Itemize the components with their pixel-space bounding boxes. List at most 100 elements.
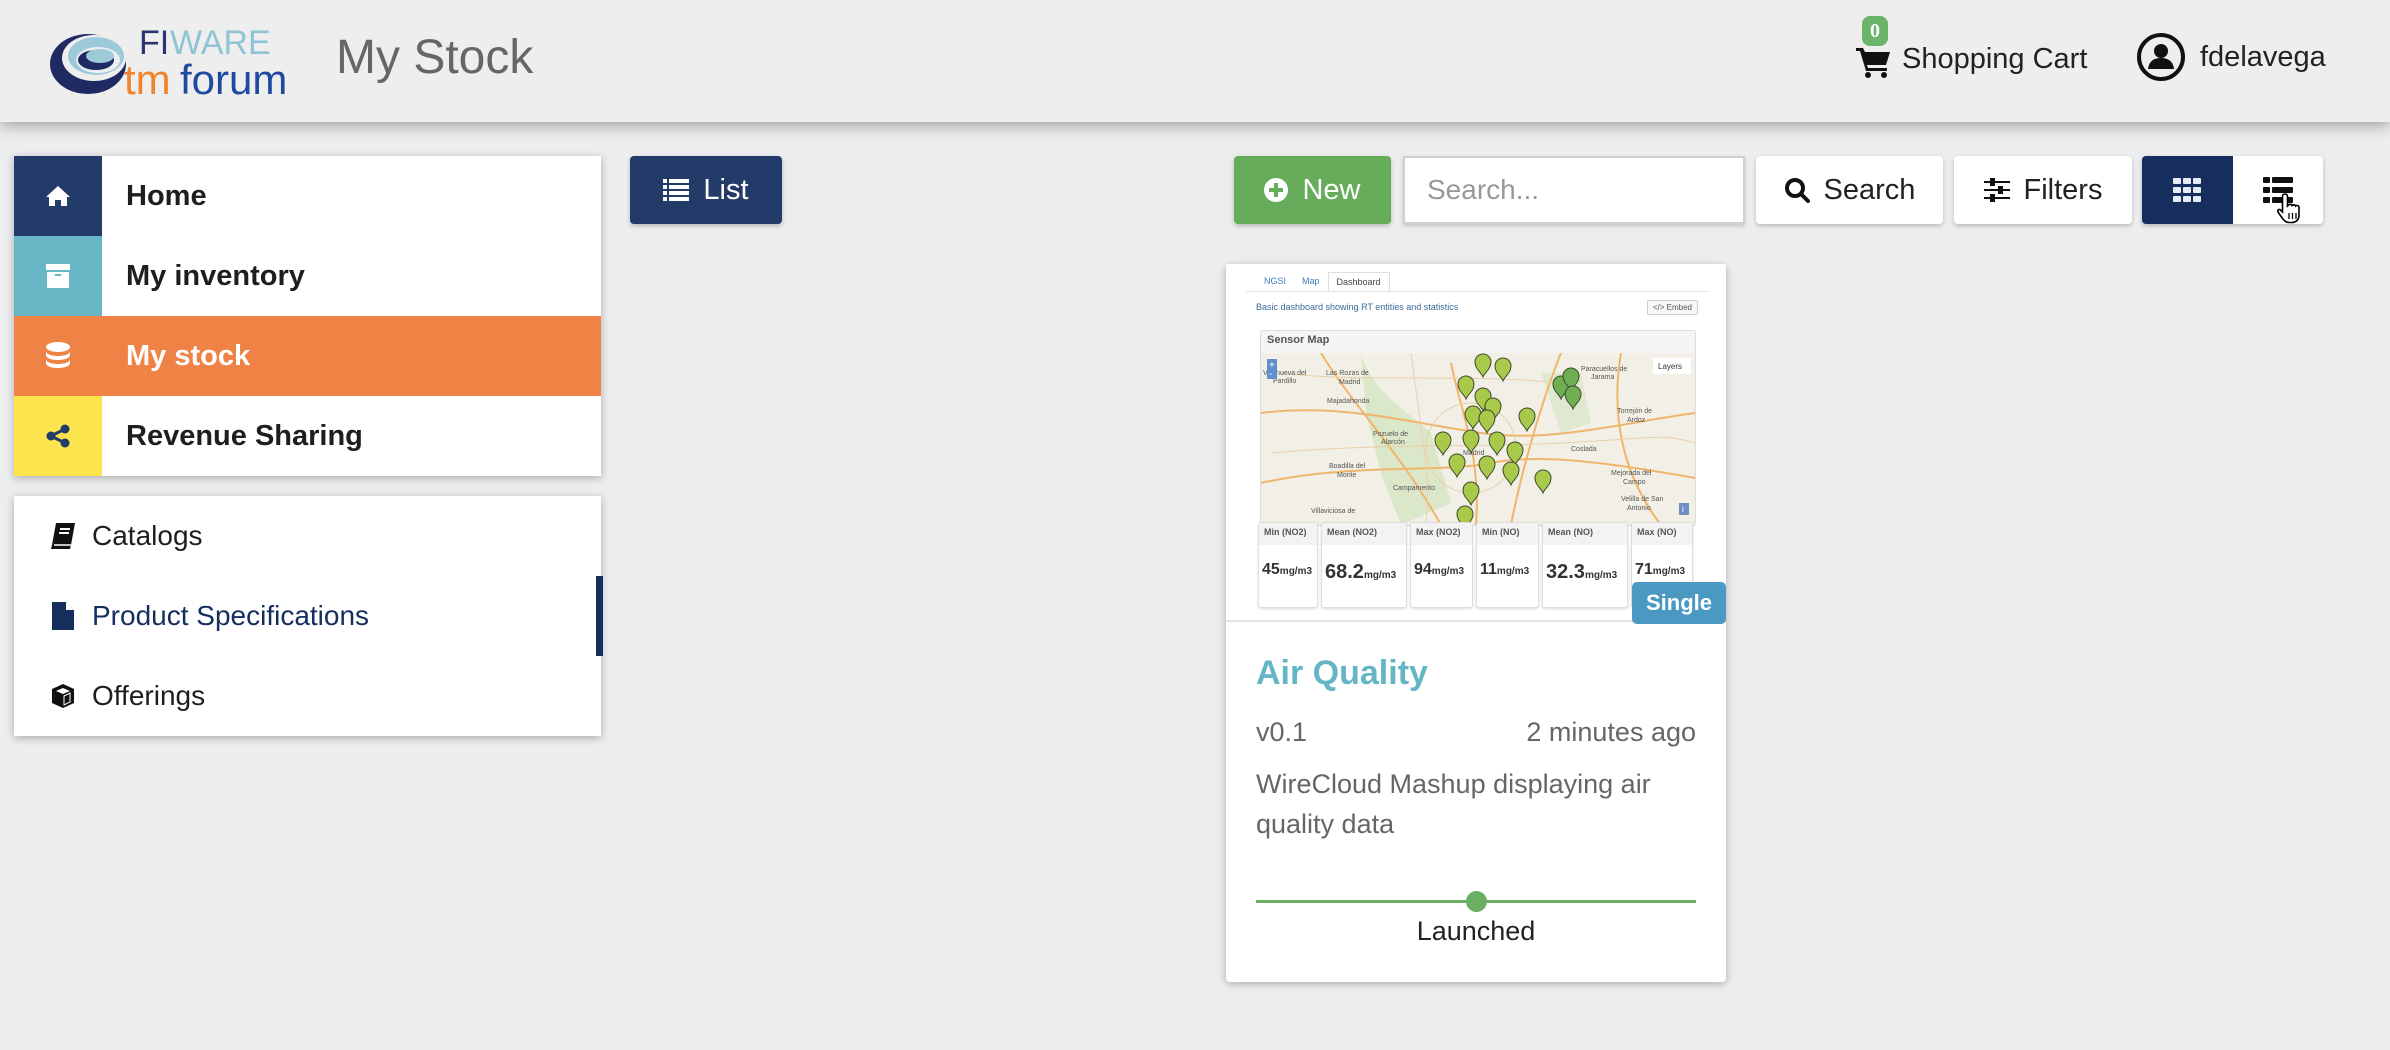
- stat-unit: mg/m3: [1431, 566, 1465, 577]
- svg-text:Antonio: Antonio: [1627, 505, 1651, 512]
- svg-text:Madrid: Madrid: [1339, 379, 1361, 386]
- shopping-cart-label: Shopping Cart: [1902, 42, 2088, 75]
- subnav-item-label: Product Specifications: [92, 600, 370, 631]
- svg-text:i: i: [1682, 505, 1684, 514]
- stat-label: Max (NO): [1632, 523, 1692, 545]
- stat-mean-no2: Mean (NO2) 68.2mg/m3: [1321, 522, 1407, 608]
- book-icon: [48, 521, 78, 551]
- stat-unit: mg/m3: [1496, 566, 1530, 577]
- subnav-item-offerings[interactable]: Offerings: [14, 656, 601, 736]
- nav-item-label: My stock: [126, 339, 251, 372]
- thumbnail-tab: NGSI: [1264, 276, 1287, 286]
- product-thumbnail[interactable]: NGSI Map Dashboard Basic dashboard showi…: [1226, 264, 1726, 622]
- svg-text:Boadilla del: Boadilla del: [1329, 463, 1366, 470]
- nav-item-revenue-sharing[interactable]: Revenue Sharing: [14, 396, 601, 476]
- cube-icon: [48, 681, 78, 711]
- new-button[interactable]: New: [1234, 156, 1391, 224]
- page-title: My Stock: [336, 31, 534, 84]
- user-menu-button[interactable]: fdelavega: [2136, 32, 2326, 82]
- stat-unit: mg/m3: [1652, 566, 1686, 577]
- svg-text:Velilla de San: Velilla de San: [1621, 496, 1664, 503]
- stat-max-no2: Max (NO2) 94mg/m3: [1410, 522, 1473, 608]
- tab-divider: [1246, 291, 1708, 292]
- lifecycle-marker: [1466, 891, 1487, 912]
- stat-label: Max (NO2): [1411, 523, 1472, 545]
- home-icon: [14, 156, 102, 236]
- product-version: v0.1: [1256, 717, 1308, 747]
- svg-text:Torrejón de: Torrejón de: [1617, 408, 1652, 415]
- subnav-item-label: Catalogs: [92, 520, 203, 551]
- svg-text:Pozuelo de: Pozuelo de: [1373, 431, 1408, 438]
- svg-text:Monte: Monte: [1337, 472, 1357, 479]
- stat-value: 45: [1262, 561, 1280, 578]
- nav-item-my-inventory[interactable]: My inventory: [14, 236, 601, 316]
- sensor-map: Villanueva delPardillo Las Rozas deMadri…: [1261, 353, 1695, 525]
- svg-text:tm: tm: [124, 56, 171, 102]
- search-input[interactable]: [1403, 156, 1745, 224]
- sensor-map-title: Sensor Map: [1267, 334, 1330, 346]
- cart-count-badge: 0: [1862, 16, 1888, 46]
- grid-view-button[interactable]: [2142, 156, 2233, 224]
- thumbnail-tab-active: Dashboard: [1327, 272, 1390, 291]
- archive-icon: [14, 236, 102, 316]
- search-button[interactable]: Search: [1756, 156, 1943, 224]
- thumbnail-tabs: NGSI Map Dashboard: [1256, 272, 1390, 291]
- thumbnail-embed-button: </> Embed: [1646, 300, 1698, 315]
- top-header: FI WARE tm forum My Stock 0 Shopping Car…: [0, 0, 2390, 122]
- nav-item-my-stock[interactable]: My stock: [14, 316, 601, 396]
- product-title[interactable]: Air Quality: [1256, 654, 1428, 693]
- fiware-tmforum-logo[interactable]: FI WARE tm forum: [44, 18, 319, 102]
- product-updated-time: 2 minutes ago: [1526, 717, 1696, 747]
- shopping-cart-button[interactable]: Shopping Cart: [1856, 34, 2087, 84]
- svg-text:Jarama: Jarama: [1591, 374, 1614, 381]
- filters-button-label: Filters: [2023, 173, 2103, 206]
- filters-button[interactable]: Filters: [1954, 156, 2132, 224]
- stat-label: Mean (NO): [1543, 523, 1627, 545]
- username: fdelavega: [2200, 40, 2326, 73]
- stat-value: 68.2: [1325, 561, 1364, 583]
- thumbnail-description: Basic dashboard showing RT entities and …: [1256, 302, 1459, 312]
- stat-label: Min (NO): [1477, 523, 1538, 545]
- search-icon: [1784, 177, 1810, 203]
- stat-unit: mg/m3: [1363, 570, 1397, 581]
- stat-mean-no: Mean (NO) 32.3mg/m3: [1542, 522, 1628, 608]
- svg-text:Villaviciosa de: Villaviciosa de: [1311, 508, 1355, 515]
- nav-item-label: My inventory: [126, 259, 305, 292]
- svg-text:Ardoz: Ardoz: [1627, 417, 1646, 424]
- list-view-button[interactable]: List: [630, 156, 782, 224]
- stat-min-no2: Min (NO2) 45mg/m3: [1258, 522, 1318, 608]
- map-layers-label: Layers: [1658, 362, 1682, 371]
- list-button-label: List: [703, 173, 749, 206]
- hand-cursor-icon: [2276, 193, 2300, 224]
- svg-text:Mejorada del: Mejorada del: [1611, 470, 1652, 477]
- main-navigation: Home My inventory My stock Revenue Shari…: [14, 156, 601, 476]
- product-description: WireCloud Mashup displaying air quality …: [1256, 769, 1651, 839]
- search-button-label: Search: [1823, 173, 1916, 206]
- new-button-label: New: [1302, 173, 1361, 206]
- share-icon: [14, 396, 102, 476]
- stat-label: Min (NO2): [1259, 523, 1317, 545]
- sliders-icon: [1983, 178, 2010, 202]
- user-avatar-icon: [2137, 33, 2185, 81]
- plus-circle-icon: [1264, 178, 1289, 202]
- active-indicator: [596, 576, 603, 656]
- stat-value: 11: [1480, 561, 1497, 578]
- nav-item-label: Revenue Sharing: [126, 419, 363, 452]
- list-view-toggle-button[interactable]: [2232, 156, 2323, 224]
- svg-text:Pardillo: Pardillo: [1273, 378, 1296, 385]
- file-icon: [48, 601, 78, 631]
- subnav-item-catalogs[interactable]: Catalogs: [14, 496, 601, 576]
- stat-value: 94: [1414, 561, 1432, 578]
- lifecycle-status-label: Launched: [1416, 916, 1536, 946]
- thumbnail-tab: Map: [1302, 276, 1320, 286]
- svg-text:Campo: Campo: [1623, 479, 1646, 486]
- svg-text:Madrid: Madrid: [1463, 450, 1485, 457]
- svg-text:Alarcón: Alarcón: [1381, 439, 1405, 446]
- subnav-item-product-specifications[interactable]: Product Specifications: [14, 576, 603, 656]
- svg-text:forum: forum: [180, 56, 287, 102]
- nav-item-label: Home: [126, 179, 207, 212]
- svg-text:Campamento: Campamento: [1393, 485, 1435, 492]
- nav-item-home[interactable]: Home: [14, 156, 601, 236]
- stat-value: 32.3: [1546, 561, 1585, 583]
- grid-icon: [2173, 178, 2202, 202]
